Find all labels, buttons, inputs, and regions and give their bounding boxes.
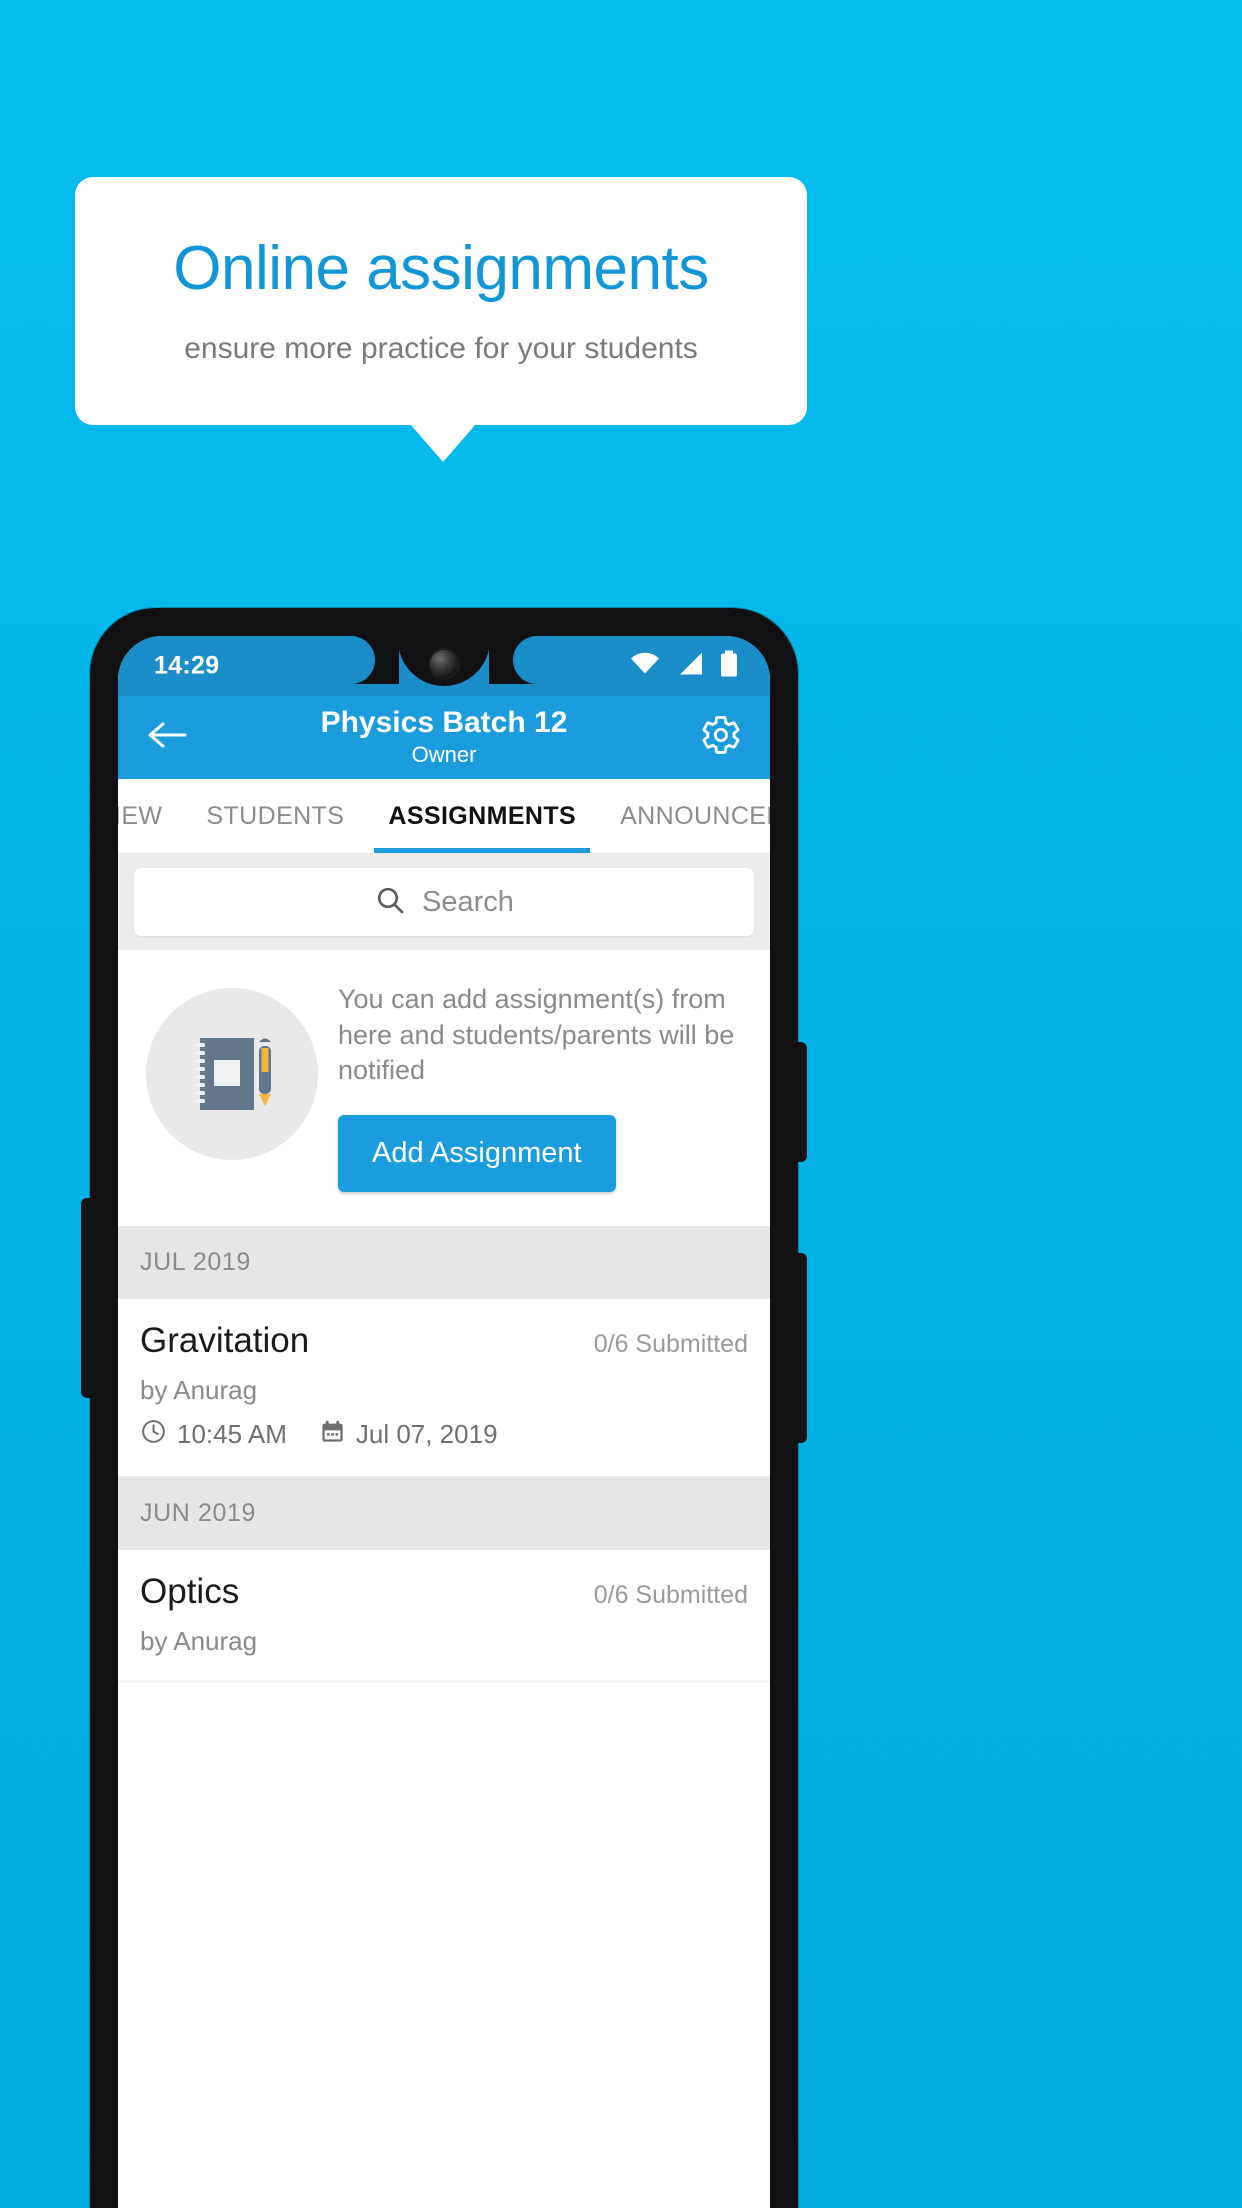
front-camera-icon — [430, 650, 458, 678]
search-placeholder: Search — [422, 885, 514, 918]
status-bar-time: 14:29 — [154, 651, 220, 680]
page-subtitle: Owner — [411, 741, 477, 767]
assignment-row[interactable]: Optics 0/6 Submitted by Anurag — [118, 1549, 770, 1682]
search-input[interactable]: Search — [134, 868, 754, 936]
back-button[interactable] — [144, 715, 190, 761]
status-bar-icons — [630, 650, 738, 682]
phone-notch — [327, 636, 561, 696]
month-header-jul: JUL 2019 — [118, 1225, 770, 1299]
clock-icon — [140, 1418, 167, 1452]
battery-icon — [720, 650, 738, 682]
search-container: Search — [118, 854, 770, 950]
empty-state-message: You can add assignment(s) from here and … — [338, 984, 735, 1086]
phone-device: 14:29 Physics Batch 12 Owner IEW STUDENT… — [90, 608, 798, 2208]
tab-overview[interactable]: IEW — [118, 779, 184, 853]
notebook-and-pen-icon — [146, 988, 318, 1160]
tab-students[interactable]: STUDENTS — [184, 779, 366, 853]
gear-icon — [700, 714, 742, 761]
tab-announcements[interactable]: ANNOUNCEM — [598, 779, 770, 853]
assignment-author: by Anurag — [140, 1625, 258, 1656]
status-bar: 14:29 — [118, 636, 770, 696]
assignment-meta: 10:45 AM Jul 07, 2019 — [140, 1418, 748, 1452]
phone-screen: 14:29 Physics Batch 12 Owner IEW STUDENT… — [118, 636, 770, 2208]
assignment-status: 0/6 Submitted — [593, 1329, 748, 1358]
settings-button[interactable] — [698, 715, 744, 761]
assignment-author: by Anurag — [140, 1374, 258, 1405]
assignment-title: Optics — [140, 1571, 240, 1611]
add-assignment-button[interactable]: Add Assignment — [338, 1114, 616, 1192]
assignment-row[interactable]: Gravitation 0/6 Submitted by Anurag 10:4… — [118, 1298, 770, 1477]
assignment-title: Gravitation — [140, 1320, 310, 1360]
promo-banner: Online assignments ensure more practice … — [75, 177, 807, 425]
assignment-date: Jul 07, 2019 — [355, 1419, 498, 1450]
empty-state-content: You can add assignment(s) from here and … — [338, 976, 748, 1192]
promo-subtitle: ensure more practice for your students — [184, 331, 698, 365]
page-title: Physics Batch 12 — [320, 705, 568, 739]
app-bar-titles: Physics Batch 12 Owner — [190, 706, 698, 770]
app-bar: Physics Batch 12 Owner — [118, 696, 770, 779]
wifi-icon — [630, 652, 660, 680]
search-icon — [374, 884, 406, 921]
tab-assignments[interactable]: ASSIGNMENTS — [366, 779, 598, 853]
tab-bar: IEW STUDENTS ASSIGNMENTS ANNOUNCEM — [118, 779, 770, 854]
empty-state: You can add assignment(s) from here and … — [118, 950, 770, 1226]
calendar-icon — [319, 1418, 346, 1452]
promo-title: Online assignments — [173, 234, 709, 304]
assignment-time: 10:45 AM — [177, 1419, 287, 1450]
cellular-signal-icon — [677, 652, 703, 681]
promo-bubble-tail — [410, 424, 476, 462]
month-header-jun: JUN 2019 — [118, 1476, 770, 1550]
back-arrow-icon — [147, 720, 187, 755]
assignment-status: 0/6 Submitted — [593, 1580, 748, 1609]
